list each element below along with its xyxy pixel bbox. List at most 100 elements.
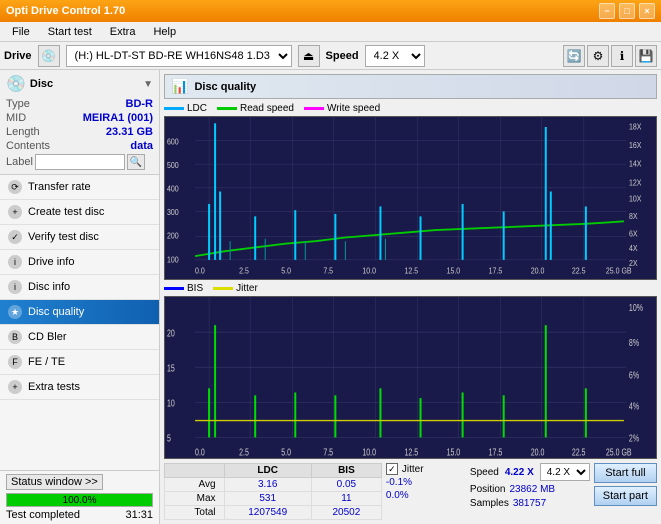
bottom-chart-svg: 20 15 10 5 10% 8% 6% 4% 2%: [165, 297, 656, 459]
disc-icon: 💿: [6, 74, 26, 94]
speed-stat-select[interactable]: 4.2 X: [540, 463, 590, 481]
info-button[interactable]: ℹ: [611, 45, 633, 67]
jitter-legend: Jitter: [213, 283, 258, 294]
svg-text:20.0: 20.0: [531, 266, 545, 276]
data-section: LDC BIS Avg 3.16 0.05 Max 531: [164, 463, 657, 520]
svg-text:2.5: 2.5: [239, 446, 249, 458]
ldc-legend-label: LDC: [187, 103, 207, 114]
sidebar-item-extra-tests[interactable]: + Extra tests: [0, 375, 159, 400]
cd-bler-label: CD Bler: [28, 331, 67, 343]
drive-info-label: Drive info: [28, 256, 74, 268]
write-legend: Write speed: [304, 103, 380, 114]
max-label: Max: [165, 492, 225, 506]
disc-info-icon: i: [8, 280, 22, 294]
disc-label-edit-button[interactable]: 🔍: [127, 154, 145, 170]
stats-table: LDC BIS Avg 3.16 0.05 Max 531: [164, 463, 382, 520]
svg-text:6X: 6X: [629, 229, 638, 239]
menu-start-test[interactable]: Start test: [40, 24, 100, 40]
sidebar: 💿 Disc ▼ Type BD-R MID MEIRA1 (001) Leng…: [0, 70, 160, 524]
avg-jitter: -0.1%: [386, 477, 412, 488]
samples-val: 381757: [513, 498, 546, 509]
speed-info-row: Speed 4.22 X 4.2 X: [470, 463, 590, 481]
minimize-button[interactable]: −: [599, 3, 615, 19]
svg-text:10%: 10%: [629, 301, 643, 313]
disc-panel-expand[interactable]: ▼: [143, 79, 153, 90]
sidebar-item-disc-quality[interactable]: ★ Disc quality: [0, 300, 159, 325]
drive-select[interactable]: (H:) HL-DT-ST BD-RE WH16NS48 1.D3: [66, 45, 292, 67]
eject-button[interactable]: ⏏: [298, 45, 320, 67]
svg-text:500: 500: [167, 160, 179, 170]
disc-info-label: Disc info: [28, 281, 70, 293]
verify-test-disc-icon: ✓: [8, 230, 22, 244]
fe-te-label: FE / TE: [28, 356, 65, 368]
menu-extra[interactable]: Extra: [102, 24, 144, 40]
sidebar-item-transfer-rate[interactable]: ⟳ Transfer rate: [0, 175, 159, 200]
svg-text:10.0: 10.0: [362, 446, 376, 458]
start-full-button[interactable]: Start full: [594, 463, 657, 483]
read-legend: Read speed: [217, 103, 294, 114]
sidebar-item-create-test-disc[interactable]: + Create test disc: [0, 200, 159, 225]
status-window-button[interactable]: Status window >>: [6, 474, 103, 490]
refresh-button[interactable]: 🔄: [563, 45, 585, 67]
avg-jitter-row: -0.1%: [386, 477, 466, 488]
maximize-button[interactable]: □: [619, 3, 635, 19]
sidebar-item-drive-info[interactable]: i Drive info: [0, 250, 159, 275]
action-buttons: Start full Start part: [594, 463, 657, 520]
settings-button[interactable]: ⚙: [587, 45, 609, 67]
sidebar-nav: ⟳ Transfer rate + Create test disc ✓ Ver…: [0, 175, 159, 470]
disc-label-row: Label 🔍: [6, 154, 153, 170]
svg-text:100: 100: [167, 255, 179, 265]
main-layout: 💿 Disc ▼ Type BD-R MID MEIRA1 (001) Leng…: [0, 70, 661, 524]
disc-length-row: Length 23.31 GB: [6, 126, 153, 138]
bottom-chart-legend: BIS Jitter: [164, 283, 657, 294]
svg-text:8%: 8%: [629, 336, 639, 348]
fe-te-icon: F: [8, 355, 22, 369]
samples-row: Samples 381757: [470, 498, 590, 509]
jitter-legend-dot: [213, 287, 233, 290]
svg-text:16X: 16X: [629, 140, 642, 150]
jitter-checkbox[interactable]: [386, 463, 398, 475]
svg-text:25.0 GB: 25.0 GB: [606, 266, 632, 276]
menu-help[interactable]: Help: [145, 24, 184, 40]
svg-text:7.5: 7.5: [323, 266, 333, 276]
max-bis: 11: [311, 492, 381, 506]
svg-text:12.5: 12.5: [404, 266, 418, 276]
top-chart-box: 600 500 400 300 200 100 18X 16X 14X 12X …: [164, 116, 657, 280]
disc-mid-val: MEIRA1 (001): [83, 112, 153, 124]
svg-text:25.0 GB: 25.0 GB: [606, 446, 632, 458]
extra-tests-icon: +: [8, 380, 22, 394]
write-legend-dot: [304, 107, 324, 110]
disc-type-row: Type BD-R: [6, 98, 153, 110]
svg-text:12X: 12X: [629, 178, 642, 188]
sidebar-item-verify-test-disc[interactable]: ✓ Verify test disc: [0, 225, 159, 250]
cd-bler-icon: B: [8, 330, 22, 344]
avg-ldc: 3.16: [224, 478, 311, 492]
save-button[interactable]: 💾: [635, 45, 657, 67]
stats-tables: LDC BIS Avg 3.16 0.05 Max 531: [164, 463, 382, 520]
svg-text:10X: 10X: [629, 194, 642, 204]
col-bis: BIS: [311, 464, 381, 478]
disc-quality-label: Disc quality: [28, 306, 84, 318]
sidebar-item-cd-bler[interactable]: B CD Bler: [0, 325, 159, 350]
svg-text:600: 600: [167, 137, 179, 147]
close-button[interactable]: ×: [639, 3, 655, 19]
read-legend-dot: [217, 107, 237, 110]
svg-text:20: 20: [167, 327, 175, 339]
speed-select[interactable]: 4.2 X: [365, 45, 425, 67]
disc-length-label: Length: [6, 126, 40, 138]
position-val: 23862 MB: [509, 484, 555, 495]
sidebar-item-fe-te[interactable]: F FE / TE: [0, 350, 159, 375]
sidebar-item-disc-info[interactable]: i Disc info: [0, 275, 159, 300]
svg-text:10.0: 10.0: [362, 266, 376, 276]
svg-text:2.5: 2.5: [239, 266, 249, 276]
svg-text:20.0: 20.0: [531, 446, 545, 458]
position-row: Position 23862 MB: [470, 484, 590, 495]
disc-label-input[interactable]: [35, 154, 125, 170]
start-part-button[interactable]: Start part: [594, 486, 657, 506]
disc-panel: 💿 Disc ▼ Type BD-R MID MEIRA1 (001) Leng…: [0, 70, 159, 175]
chart-title: Disc quality: [194, 81, 256, 93]
ldc-legend-dot: [164, 107, 184, 110]
disc-type-val: BD-R: [126, 98, 154, 110]
disc-contents-val: data: [130, 140, 153, 152]
menu-file[interactable]: File: [4, 24, 38, 40]
